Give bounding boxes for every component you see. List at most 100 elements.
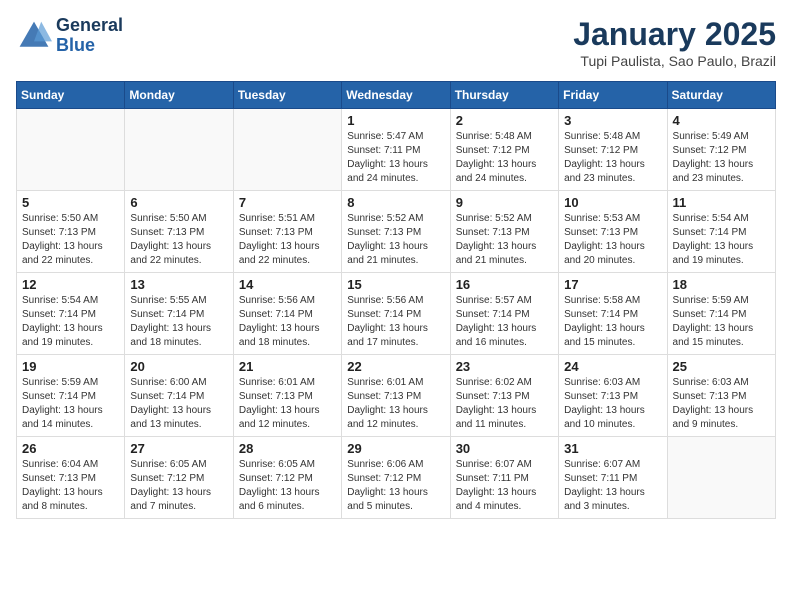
day-number: 20	[130, 359, 227, 374]
calendar-cell: 20 Sunrise: 6:00 AM Sunset: 7:14 PM Dayli…	[125, 355, 233, 437]
col-header-thursday: Thursday	[450, 82, 558, 109]
day-number: 22	[347, 359, 444, 374]
calendar-cell	[233, 109, 341, 191]
calendar-cell: 9 Sunrise: 5:52 AM Sunset: 7:13 PM Daylig…	[450, 191, 558, 273]
day-info: Sunrise: 5:58 AM Sunset: 7:14 PM Dayligh…	[564, 294, 661, 350]
week-row-1: 1 Sunrise: 5:47 AM Sunset: 7:11 PM Daylig…	[17, 109, 776, 191]
day-info: Sunrise: 6:01 AM Sunset: 7:13 PM Dayligh…	[347, 376, 444, 432]
day-number: 29	[347, 441, 444, 456]
day-number: 23	[456, 359, 553, 374]
col-header-sunday: Sunday	[17, 82, 125, 109]
calendar-cell: 2 Sunrise: 5:48 AM Sunset: 7:12 PM Daylig…	[450, 109, 558, 191]
day-number: 8	[347, 195, 444, 210]
week-row-3: 12Sunrise: 5:54 AM Sunset: 7:14 PM Dayli…	[17, 273, 776, 355]
day-info: Sunrise: 5:48 AM Sunset: 7:12 PM Dayligh…	[456, 130, 553, 186]
calendar-cell	[17, 109, 125, 191]
day-info: Sunrise: 6:07 AM Sunset: 7:11 PM Dayligh…	[564, 458, 661, 514]
day-number: 31	[564, 441, 661, 456]
day-number: 13	[130, 277, 227, 292]
calendar-cell: 4 Sunrise: 5:49 AM Sunset: 7:12 PM Daylig…	[667, 109, 775, 191]
week-row-5: 26 Sunrise: 6:04 AM Sunset: 7:13 PM Dayli…	[17, 437, 776, 519]
day-number: 1	[347, 113, 444, 128]
day-info: Sunrise: 5:59 AM Sunset: 7:14 PM Dayligh…	[22, 376, 119, 432]
calendar-cell: 6 Sunrise: 5:50 AM Sunset: 7:13 PM Daylig…	[125, 191, 233, 273]
day-info: Sunrise: 5:51 AM Sunset: 7:13 PM Dayligh…	[239, 212, 336, 268]
calendar-cell: 19 Sunrise: 5:59 AM Sunset: 7:14 PM Dayli…	[17, 355, 125, 437]
day-number: 25	[673, 359, 770, 374]
day-number: 27	[130, 441, 227, 456]
calendar-cell: 21 Sunrise: 6:01 AM Sunset: 7:13 PM Dayli…	[233, 355, 341, 437]
day-info: Sunrise: 5:49 AM Sunset: 7:12 PM Dayligh…	[673, 130, 770, 186]
calendar-cell: 29 Sunrise: 6:06 AM Sunset: 7:12 PM Dayli…	[342, 437, 450, 519]
day-info: Sunrise: 6:05 AM Sunset: 7:12 PM Dayligh…	[239, 458, 336, 514]
day-info: Sunrise: 6:02 AM Sunset: 7:13 PM Dayligh…	[456, 376, 553, 432]
calendar-cell: 8 Sunrise: 5:52 AM Sunset: 7:13 PM Daylig…	[342, 191, 450, 273]
day-number: 26	[22, 441, 119, 456]
day-info: Sunrise: 6:03 AM Sunset: 7:13 PM Dayligh…	[673, 376, 770, 432]
day-info: Sunrise: 5:50 AM Sunset: 7:13 PM Dayligh…	[130, 212, 227, 268]
calendar-cell: 31 Sunrise: 6:07 AM Sunset: 7:11 PM Dayli…	[559, 437, 667, 519]
day-number: 28	[239, 441, 336, 456]
calendar-cell: 23 Sunrise: 6:02 AM Sunset: 7:13 PM Dayli…	[450, 355, 558, 437]
day-number: 18	[673, 277, 770, 292]
day-number: 4	[673, 113, 770, 128]
day-number: 3	[564, 113, 661, 128]
day-number: 16	[456, 277, 553, 292]
calendar-cell: 11 Sunrise: 5:54 AM Sunset: 7:14 PM Dayli…	[667, 191, 775, 273]
calendar-cell: 24Sunrise: 6:03 AM Sunset: 7:13 PM Dayli…	[559, 355, 667, 437]
month-title: January 2025	[573, 16, 776, 53]
week-row-2: 5Sunrise: 5:50 AM Sunset: 7:13 PM Daylig…	[17, 191, 776, 273]
day-info: Sunrise: 6:01 AM Sunset: 7:13 PM Dayligh…	[239, 376, 336, 432]
calendar-cell: 16Sunrise: 5:57 AM Sunset: 7:14 PM Dayli…	[450, 273, 558, 355]
calendar-cell: 13 Sunrise: 5:55 AM Sunset: 7:14 PM Dayli…	[125, 273, 233, 355]
day-info: Sunrise: 6:05 AM Sunset: 7:12 PM Dayligh…	[130, 458, 227, 514]
day-info: Sunrise: 6:00 AM Sunset: 7:14 PM Dayligh…	[130, 376, 227, 432]
logo-text: General Blue	[56, 16, 123, 56]
calendar-cell: 1 Sunrise: 5:47 AM Sunset: 7:11 PM Daylig…	[342, 109, 450, 191]
day-info: Sunrise: 5:55 AM Sunset: 7:14 PM Dayligh…	[130, 294, 227, 350]
day-number: 19	[22, 359, 119, 374]
day-info: Sunrise: 5:56 AM Sunset: 7:14 PM Dayligh…	[239, 294, 336, 350]
day-number: 6	[130, 195, 227, 210]
day-number: 9	[456, 195, 553, 210]
calendar-cell: 18 Sunrise: 5:59 AM Sunset: 7:14 PM Dayli…	[667, 273, 775, 355]
day-info: Sunrise: 5:56 AM Sunset: 7:14 PM Dayligh…	[347, 294, 444, 350]
logo: General Blue	[16, 16, 123, 56]
day-info: Sunrise: 5:59 AM Sunset: 7:14 PM Dayligh…	[673, 294, 770, 350]
calendar-cell: 22 Sunrise: 6:01 AM Sunset: 7:13 PM Dayli…	[342, 355, 450, 437]
calendar-cell: 12Sunrise: 5:54 AM Sunset: 7:14 PM Dayli…	[17, 273, 125, 355]
day-info: Sunrise: 5:52 AM Sunset: 7:13 PM Dayligh…	[347, 212, 444, 268]
calendar-cell: 27 Sunrise: 6:05 AM Sunset: 7:12 PM Dayli…	[125, 437, 233, 519]
calendar-cell: 10 Sunrise: 5:53 AM Sunset: 7:13 PM Dayli…	[559, 191, 667, 273]
logo-icon	[16, 18, 52, 54]
col-header-tuesday: Tuesday	[233, 82, 341, 109]
calendar-cell: 5Sunrise: 5:50 AM Sunset: 7:13 PM Daylig…	[17, 191, 125, 273]
day-info: Sunrise: 5:54 AM Sunset: 7:14 PM Dayligh…	[673, 212, 770, 268]
day-info: Sunrise: 6:06 AM Sunset: 7:12 PM Dayligh…	[347, 458, 444, 514]
day-number: 7	[239, 195, 336, 210]
calendar-cell	[667, 437, 775, 519]
day-info: Sunrise: 6:04 AM Sunset: 7:13 PM Dayligh…	[22, 458, 119, 514]
col-header-monday: Monday	[125, 82, 233, 109]
day-number: 14	[239, 277, 336, 292]
location: Tupi Paulista, Sao Paulo, Brazil	[573, 53, 776, 69]
day-info: Sunrise: 6:03 AM Sunset: 7:13 PM Dayligh…	[564, 376, 661, 432]
calendar-cell: 30Sunrise: 6:07 AM Sunset: 7:11 PM Dayli…	[450, 437, 558, 519]
week-row-4: 19 Sunrise: 5:59 AM Sunset: 7:14 PM Dayli…	[17, 355, 776, 437]
calendar-cell: 7 Sunrise: 5:51 AM Sunset: 7:13 PM Daylig…	[233, 191, 341, 273]
calendar-cell	[125, 109, 233, 191]
day-info: Sunrise: 5:53 AM Sunset: 7:13 PM Dayligh…	[564, 212, 661, 268]
day-number: 30	[456, 441, 553, 456]
day-number: 11	[673, 195, 770, 210]
day-info: Sunrise: 5:50 AM Sunset: 7:13 PM Dayligh…	[22, 212, 119, 268]
day-number: 17	[564, 277, 661, 292]
day-info: Sunrise: 5:47 AM Sunset: 7:11 PM Dayligh…	[347, 130, 444, 186]
day-number: 10	[564, 195, 661, 210]
calendar-cell: 28 Sunrise: 6:05 AM Sunset: 7:12 PM Dayli…	[233, 437, 341, 519]
day-number: 15	[347, 277, 444, 292]
day-info: Sunrise: 5:52 AM Sunset: 7:13 PM Dayligh…	[456, 212, 553, 268]
calendar-table: SundayMondayTuesdayWednesdayThursdayFrid…	[16, 81, 776, 519]
day-number: 2	[456, 113, 553, 128]
day-number: 21	[239, 359, 336, 374]
calendar-cell: 17 Sunrise: 5:58 AM Sunset: 7:14 PM Dayli…	[559, 273, 667, 355]
